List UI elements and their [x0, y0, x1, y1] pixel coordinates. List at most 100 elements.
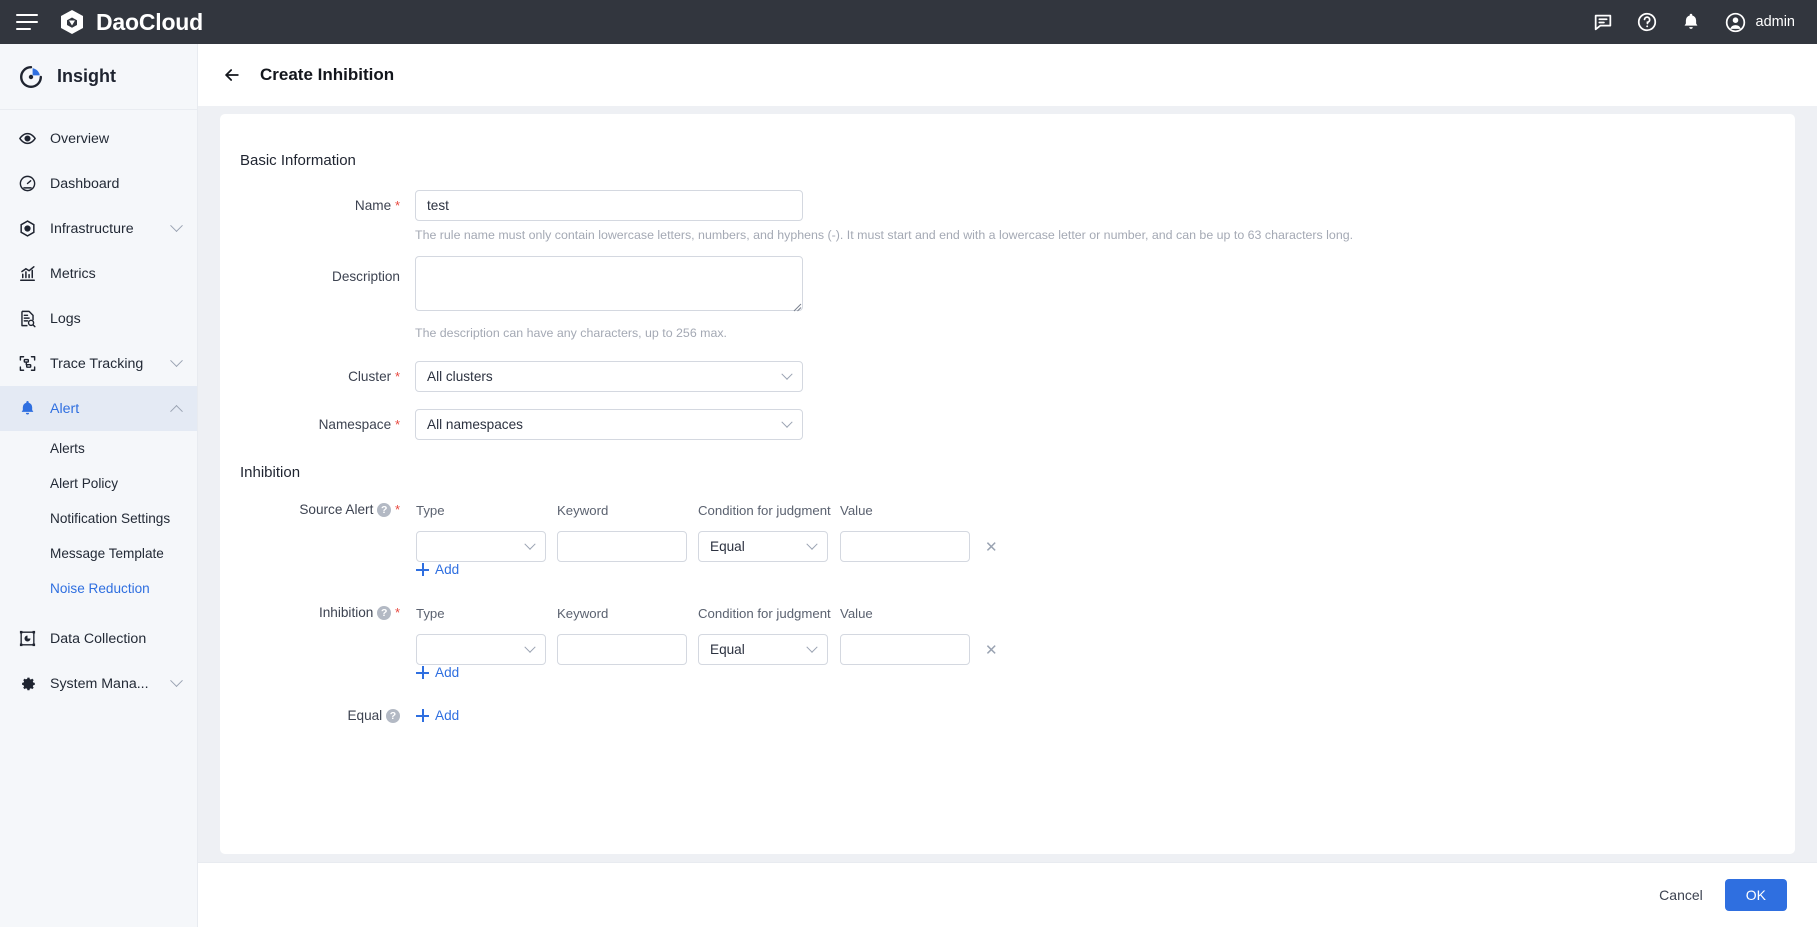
chevron-down-icon	[524, 538, 536, 550]
chat-icon[interactable]	[1592, 11, 1614, 33]
cluster-select[interactable]: All clusters	[415, 361, 803, 392]
equal-add-button[interactable]: Add	[416, 708, 459, 723]
product-header[interactable]: Insight	[0, 44, 197, 110]
gear-icon	[22, 677, 35, 691]
section-title-basic-information: Basic Information	[240, 152, 356, 169]
description-textarea[interactable]	[415, 256, 803, 311]
source-alert-value-input[interactable]	[840, 531, 970, 562]
source-alert-add-button[interactable]: Add	[416, 562, 459, 577]
avatar	[1725, 12, 1745, 32]
chevron-up-icon	[170, 404, 183, 418]
sidebar-item-infrastructure[interactable]: Infrastructure	[0, 206, 197, 251]
page-header: Create Inhibition	[198, 44, 1817, 106]
sidebar-item-metrics[interactable]: Metrics	[0, 251, 197, 296]
sidebar-item-dashboard[interactable]: Dashboard	[0, 161, 197, 206]
user-menu[interactable]: admin	[1724, 11, 1796, 34]
sidebar-item-logs[interactable]: Logs	[0, 296, 197, 341]
column-header-keyword: Keyword	[557, 606, 609, 621]
chevron-down-icon	[170, 354, 183, 368]
sidebar-item-data-collection[interactable]: Data Collection	[0, 616, 197, 661]
sidebar-item-overview[interactable]: Overview	[0, 116, 197, 161]
namespace-select[interactable]: All namespaces	[415, 409, 803, 440]
page-title: Create Inhibition	[260, 65, 395, 84]
name-label: Name *	[354, 198, 400, 213]
daocloud-cube-icon	[61, 10, 83, 34]
chevron-down-icon	[806, 641, 818, 653]
sidebar-item-label: Metrics	[50, 265, 96, 282]
sidebar-item-label: Data Collection	[50, 630, 147, 647]
sidebar-item-label: Dashboard	[50, 175, 120, 192]
source-alert-keyword-input[interactable]	[557, 531, 687, 562]
plus-icon	[416, 563, 429, 576]
user-name: admin	[1755, 14, 1796, 30]
inhibition-add-button[interactable]: Add	[416, 665, 459, 680]
bell-icon[interactable]	[1680, 11, 1702, 33]
hamburger-icon[interactable]	[16, 14, 38, 30]
sidebar-item-notification-settings[interactable]: Notification Settings	[0, 501, 197, 536]
column-header-type: Type	[416, 503, 445, 518]
help-icon[interactable]	[1636, 11, 1658, 33]
plus-icon	[416, 709, 429, 722]
help-icon[interactable]: ?	[386, 709, 400, 724]
chevron-down-icon	[170, 674, 183, 688]
sidebar-item-trace-tracking[interactable]: Trace Tracking	[0, 341, 197, 386]
inhibition-condition-select[interactable]: Equal	[698, 634, 828, 665]
sidebar-item-label: Logs	[50, 310, 81, 327]
sidebar-item-label: Overview	[50, 130, 110, 147]
sidebar-item-alert[interactable]: Alert	[0, 386, 197, 431]
inhibition-keyword-input[interactable]	[557, 634, 687, 665]
source-alert-condition-select[interactable]: Equal	[698, 531, 828, 562]
sidebar-item-message-template[interactable]: Message Template	[0, 536, 197, 571]
section-title-inhibition: Inhibition	[240, 464, 301, 481]
description-label: Description	[332, 269, 400, 284]
help-icon[interactable]: ?	[377, 503, 392, 518]
sidebar-item-system-management[interactable]: System Mana...	[0, 661, 197, 706]
sidebar-item-alerts[interactable]: Alerts	[0, 431, 197, 466]
cluster-value: All clusters	[427, 369, 493, 384]
eye-icon	[19, 132, 36, 145]
cancel-button[interactable]: Cancel	[1659, 887, 1703, 903]
ok-button[interactable]: OK	[1724, 879, 1787, 911]
chevron-down-icon	[524, 641, 536, 653]
source-alert-type-select[interactable]	[416, 531, 546, 562]
add-label: Add	[435, 562, 460, 577]
trace-icon	[19, 356, 36, 371]
sidebar-item-alert-policy[interactable]: Alert Policy	[0, 466, 197, 501]
cluster-label: Cluster *	[348, 369, 400, 384]
insight-icon	[20, 65, 42, 88]
inhibition-type-select[interactable]	[416, 634, 546, 665]
brand-name: DaoCloud	[96, 8, 203, 35]
required-marker: *	[394, 369, 400, 384]
content-area: Basic Information Name * The rule name m…	[198, 106, 1817, 862]
name-hint: The rule name must only contain lowercas…	[415, 228, 1354, 242]
close-icon[interactable]: ✕	[985, 641, 998, 659]
namespace-value: All namespaces	[427, 417, 523, 432]
footer-bar: Cancel OK	[198, 862, 1817, 927]
plus-icon	[416, 666, 429, 679]
sidebar-subitem-label: Message Template	[50, 546, 164, 561]
log-search-icon	[21, 310, 36, 328]
name-input[interactable]	[415, 190, 803, 221]
sidebar-item-label: Trace Tracking	[50, 355, 144, 372]
back-arrow-icon[interactable]	[222, 65, 242, 85]
inhibition-value-input[interactable]	[840, 634, 970, 665]
namespace-label: Namespace *	[318, 417, 400, 432]
source-alert-label: Source Alert ? *	[299, 502, 400, 518]
hexagon-icon	[20, 220, 35, 237]
column-header-value: Value	[840, 503, 873, 518]
sidebar-subitem-label: Noise Reduction	[50, 581, 150, 596]
close-icon[interactable]: ✕	[985, 538, 998, 556]
sidebar-item-noise-reduction[interactable]: Noise Reduction	[0, 571, 197, 606]
chart-icon	[20, 266, 35, 281]
bell-icon	[21, 401, 34, 415]
sidebar: Insight Overview Dashboard Infrastructur…	[0, 44, 198, 927]
brand-logo[interactable]: DaoCloud	[58, 8, 203, 36]
help-icon[interactable]: ?	[377, 606, 392, 621]
chevron-down-icon	[170, 219, 183, 233]
gauge-icon	[19, 175, 36, 192]
chevron-down-icon	[781, 416, 793, 428]
column-header-condition: Condition for judgment	[698, 503, 831, 518]
product-name: Insight	[57, 66, 116, 86]
required-marker: *	[394, 198, 400, 213]
chevron-down-icon	[806, 538, 818, 550]
